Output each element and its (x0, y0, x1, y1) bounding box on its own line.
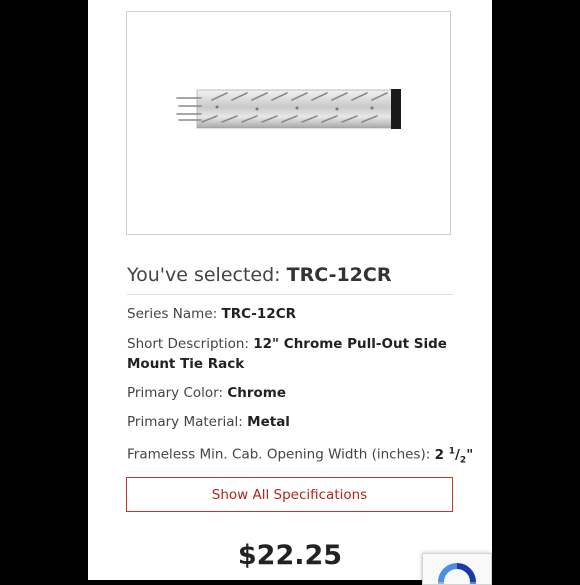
spec-primary-material: Primary Material: Metal (127, 412, 447, 432)
spec-label: Primary Material: (127, 414, 243, 430)
spec-label: Series Name: (127, 306, 218, 322)
spec-short-description: Short Description: 12" Chrome Pull-Out S… (127, 334, 447, 374)
fraction-numerator: 1 (448, 446, 455, 456)
tie-rack-image (176, 89, 401, 129)
spec-series-name: Series Name: TRC-12CR (127, 304, 447, 324)
selected-sku: TRC-12CR (286, 264, 392, 286)
value-suffix: " (466, 446, 474, 463)
spec-label: Primary Color: (127, 385, 224, 401)
spec-label: Short Description: (127, 336, 249, 352)
selected-product-title: You've selected: TRC-12CR (127, 263, 453, 287)
recaptcha-icon (438, 563, 476, 584)
spec-value: Chrome (227, 385, 287, 401)
product-page: You've selected: TRC-12CR Series Name: T… (88, 0, 492, 580)
spec-value: TRC-12CR (221, 306, 296, 322)
spec-primary-color: Primary Color: Chrome (127, 383, 447, 403)
spec-label: Frameless Min. Cab. Opening Width (inche… (127, 446, 431, 463)
spec-value: Metal (247, 414, 290, 430)
product-image[interactable] (126, 11, 451, 235)
spec-opening-width: Frameless Min. Cab. Opening Width (inche… (127, 441, 473, 470)
selected-prefix: You've selected: (127, 264, 281, 286)
show-all-specifications-button[interactable]: Show All Specifications (126, 477, 453, 512)
spec-value: 2 1/2" (434, 446, 474, 466)
value-whole: 2 (434, 446, 445, 463)
recaptcha-badge[interactable] (422, 553, 492, 585)
title-divider (127, 294, 453, 295)
